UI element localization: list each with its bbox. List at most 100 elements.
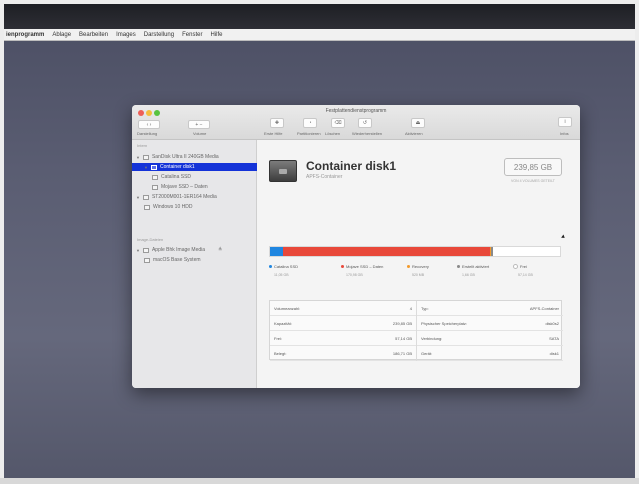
menu-item-0[interactable]: ienprogramm	[6, 32, 44, 38]
legend-value: 1,66 GB	[462, 273, 475, 277]
legend-label: Frei	[520, 264, 527, 269]
sidebar-section-intern: Intern	[137, 143, 148, 148]
sidebar-item-2[interactable]: Catalina SSD	[152, 173, 191, 181]
info-label: Gerät:	[421, 351, 433, 356]
info-label: Verbindung:	[421, 336, 443, 341]
sidebar: Intern Image-Dateien ▼ SanDisk Ultra II 2…	[132, 140, 266, 388]
erase-button[interactable]: ⌫	[331, 118, 345, 128]
sidebar-item-1[interactable]: ▼ Container disk1	[132, 163, 266, 171]
sidebar-item-7[interactable]: macOS Base System	[144, 256, 201, 264]
volume-subtitle: APFS-Container	[306, 174, 343, 180]
info-row-left-2: Frei: 57,14 GB	[270, 331, 416, 346]
first-aid-icon: ✚	[274, 120, 280, 126]
volume-title: Container disk1	[306, 159, 397, 173]
toolbar-label-4: Aktivieren	[405, 131, 423, 136]
toolbar-label-3: Wiederherstellen	[352, 131, 383, 136]
menu-item-2[interactable]: Bearbeiten	[79, 32, 108, 38]
info-value: 57,14 GB	[395, 336, 412, 341]
sidebar-item-label: Catalina SSD	[161, 174, 192, 180]
info-label: Frei:	[274, 336, 282, 341]
legend-dot	[457, 265, 460, 269]
disk-icon	[150, 164, 157, 170]
view-toggle-button[interactable]: ‹ ›	[138, 120, 160, 129]
disk-icon	[152, 184, 158, 190]
sidebar-item-label: ST2000M001-1ER164 Media	[151, 194, 217, 200]
sidebar-item-label: Apple Bhk Image Media	[151, 247, 206, 253]
info-row-right-2: Verbindung: SATA	[417, 331, 563, 346]
sidebar-item-0[interactable]: ▼ SanDisk Ultra II 240GB Media	[136, 153, 219, 161]
disk-icon	[142, 194, 149, 200]
sidebar-item-label: macOS Base System	[153, 257, 201, 263]
sidebar-item-6[interactable]: ▼ Apple Bhk Image Media ≜	[136, 246, 222, 254]
toolbar-label-2: Löschen	[325, 131, 341, 136]
menu-item-4[interactable]: Darstellung	[144, 32, 174, 38]
menu-item-1[interactable]: Ablage	[52, 32, 71, 38]
volume-add-remove-button[interactable]: + −	[188, 120, 210, 129]
unmount-icon: ⏏	[415, 120, 421, 126]
legend-label: Mojave SSD – Daten	[346, 264, 384, 269]
restore-button[interactable]: ↺	[358, 118, 372, 128]
info-label: Physischer Speicherplatz:	[421, 321, 468, 326]
legend-item-4: Frei	[513, 264, 527, 270]
first-aid-button[interactable]: ✚	[270, 118, 284, 128]
disclosure-triangle-icon[interactable]: ▼	[136, 248, 140, 253]
container-disk-icon	[269, 160, 297, 182]
sidebar-item-label: SanDisk Ultra II 240GB Media	[151, 154, 219, 160]
disk-icon	[144, 204, 150, 210]
photo-bottom-edge	[0, 478, 639, 484]
menu-bar: ienprogramm Ablage Bearbeiten Images Darstel…	[4, 29, 635, 41]
disk-icon	[142, 247, 149, 253]
legend-dot	[269, 265, 272, 269]
usage-segment-1	[283, 247, 491, 256]
main-pane: Container disk1 APFS-Container 239,85 GB…	[257, 140, 580, 388]
unmount-button[interactable]: ⏏	[411, 118, 425, 128]
info-value: 186,71 GB	[392, 351, 412, 356]
info-value: 239,85 GB	[392, 321, 412, 326]
sidebar-item-label: Mojave SSD – Daten	[161, 184, 208, 190]
info-row-left-3: Belegt: 186,71 GB	[270, 346, 416, 361]
info-row-right-0: Typ: APFS-Container	[417, 301, 563, 316]
info-button[interactable]: i	[558, 117, 572, 127]
disclosure-triangle-icon[interactable]: ▼	[144, 165, 148, 170]
info-label: Kapazität:	[274, 321, 292, 326]
toolbar-label-0: Erste Hilfe	[264, 131, 283, 136]
title-bar: Festplattendienstprogramm ‹ › Darstellun…	[132, 105, 580, 140]
sidebar-item-3[interactable]: Mojave SSD – Daten	[152, 183, 208, 191]
legend-item-0: Catalina SSD	[269, 264, 298, 269]
screen: ienprogramm Ablage Bearbeiten Images Darstel…	[4, 4, 635, 480]
menu-item-3[interactable]: Images	[116, 32, 136, 38]
disclosure-triangle-icon[interactable]: ▼	[136, 195, 140, 200]
sidebar-item-label: Windows 10 HDD	[153, 204, 193, 210]
toolbar-label-info: Infos	[560, 131, 569, 136]
volume-size-box: 239,85 GB	[504, 158, 562, 176]
window-title: Festplattendienstprogramm	[325, 108, 387, 114]
usage-segment-4	[492, 247, 560, 256]
info-label: Typ:	[421, 306, 429, 311]
sidebar-item-5[interactable]: Windows 10 HDD	[144, 203, 192, 211]
eject-icon[interactable]: ≜	[218, 247, 222, 253]
screen-bezel	[4, 4, 635, 29]
info-value: 4	[409, 306, 412, 311]
legend-label: Catalina SSD	[274, 264, 299, 269]
toolbar-label-volume: Volume	[193, 131, 207, 136]
info-row-left-0: Volumeanzahl: 4	[270, 301, 416, 316]
toolbar-label-darstellung: Darstellung	[137, 131, 158, 136]
info-table: Volumeanzahl: 4 Kapazität: 239,85 GB Frei: 57…	[269, 300, 563, 361]
mouse-cursor-icon	[561, 234, 566, 240]
info-row-right-1: Physischer Speicherplatz: disk0s2	[417, 316, 563, 331]
disk-utility-window: Festplattendienstprogramm ‹ › Darstellun…	[132, 105, 580, 388]
menu-item-6[interactable]: Hilfe	[210, 32, 222, 38]
disclosure-triangle-icon[interactable]: ▼	[136, 155, 140, 160]
erase-icon: ⌫	[334, 120, 342, 126]
info-label: Belegt:	[274, 351, 287, 356]
menu-item-5[interactable]: Fenster	[182, 32, 202, 38]
restore-icon: ↺	[362, 120, 368, 126]
info-label: Volumeanzahl:	[274, 306, 301, 311]
usage-bar	[269, 246, 561, 257]
partition-button[interactable]: ◔	[303, 118, 317, 128]
sidebar-item-4[interactable]: ▼ ST2000M001-1ER164 Media	[136, 193, 217, 201]
legend-label: Erstellt aktiviert	[462, 264, 490, 269]
info-value: SATA	[549, 336, 559, 341]
legend-value: 170,98 GB	[346, 273, 363, 277]
legend-item-2: Recovery	[407, 264, 429, 269]
